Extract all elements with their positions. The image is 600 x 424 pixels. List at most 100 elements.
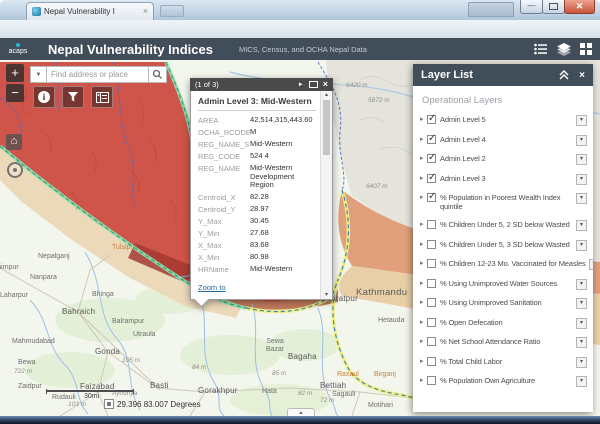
search-source-dropdown[interactable]: ▼ — [30, 66, 47, 83]
popup-field-value: 80.98 — [250, 253, 269, 262]
layer-label[interactable]: Admin Level 5 — [440, 115, 573, 124]
layer-checkbox[interactable] — [427, 174, 436, 183]
collapse-panel-icon[interactable] — [559, 70, 569, 80]
layer-menu-button[interactable]: ▾ — [576, 357, 587, 368]
layer-checkbox[interactable] — [427, 298, 436, 307]
zoom-out-button[interactable]: − — [6, 84, 24, 102]
layer-checkbox[interactable] — [427, 240, 436, 249]
layer-list-header: Layer List × — [413, 64, 593, 86]
legend-widget-button[interactable] — [91, 86, 113, 108]
popup-scrollbar[interactable]: ▴ ▾ — [320, 91, 332, 299]
expand-layer-icon[interactable]: ▸ — [420, 298, 427, 306]
layer-label[interactable]: % Open Defecation — [440, 318, 573, 327]
expand-layer-icon[interactable]: ▸ — [420, 193, 427, 201]
layer-checkbox[interactable] — [427, 220, 436, 229]
window-close-button[interactable]: ✕ — [564, 0, 595, 14]
layer-checkbox[interactable] — [427, 376, 436, 385]
layer-menu-button[interactable]: ▾ — [576, 298, 587, 309]
expand-layer-icon[interactable]: ▸ — [420, 376, 427, 384]
locate-button[interactable] — [7, 162, 23, 178]
layer-label[interactable]: Admin Level 3 — [440, 174, 573, 183]
popup-field-label: X_Max — [198, 241, 250, 250]
layer-checkbox[interactable] — [427, 318, 436, 327]
layer-label[interactable]: % Population in Poorest Wealth Index qui… — [440, 193, 573, 212]
filter-widget-button[interactable] — [62, 86, 84, 108]
expand-layer-icon[interactable]: ▸ — [420, 174, 427, 182]
expand-layer-icon[interactable]: ▸ — [420, 154, 427, 162]
layer-label[interactable]: % Net School Attendance Ratio — [440, 337, 573, 346]
expand-layer-icon[interactable]: ▸ — [420, 240, 427, 248]
layer-menu-button[interactable]: ▾ — [576, 135, 587, 146]
expand-layer-icon[interactable]: ▸ — [420, 337, 427, 345]
layer-list-panel: Layer List × Operational Layers ▸Admin L… — [413, 64, 593, 412]
legend-list-icon[interactable] — [534, 43, 548, 55]
layer-label[interactable]: % Total Child Labor — [440, 357, 573, 366]
layer-menu-button[interactable]: ▾ — [576, 337, 587, 348]
layer-checkbox[interactable] — [427, 279, 436, 288]
scroll-thumb[interactable] — [323, 100, 330, 155]
browser-toolbar: ← → ↻ giscorps.maps.arcgis.com/apps/weba… — [0, 20, 600, 39]
layer-label[interactable]: % Using Unimproved Water Sources — [440, 279, 573, 288]
layer-label[interactable]: % Children Under 5, 3 SD below Wasted — [440, 240, 573, 249]
layer-checkbox[interactable] — [427, 135, 436, 144]
zoom-in-button[interactable]: + — [6, 64, 24, 82]
expand-layer-icon[interactable]: ▸ — [420, 135, 427, 143]
new-tab-button[interactable] — [160, 5, 184, 17]
popup-title: Admin Level 3: Mid-Western — [198, 96, 316, 111]
layer-label[interactable]: % Population Own Agriculture — [440, 376, 573, 385]
layer-checkbox[interactable] — [427, 193, 436, 202]
layer-label[interactable]: Admin Level 2 — [440, 154, 573, 163]
layer-checkbox[interactable] — [427, 154, 436, 163]
popup-field-row: REG_CODE524 4 — [198, 152, 316, 161]
window-maximize-button[interactable] — [542, 0, 565, 14]
tab-strip-button[interactable] — [468, 2, 514, 17]
window-minimize-button[interactable]: — — [520, 0, 543, 14]
layer-label[interactable]: Admin Level 4 — [440, 135, 573, 144]
layer-menu-button[interactable]: ▾ — [576, 174, 587, 185]
popup-maximize-icon[interactable] — [309, 81, 318, 88]
layer-menu-button[interactable]: ▾ — [576, 240, 587, 251]
browser-tab[interactable]: Nepal Vulnerability I × — [26, 2, 154, 20]
layer-label[interactable]: % Children Under 5, 2 SD below Wasted — [440, 220, 573, 229]
home-button[interactable]: ⌂ — [6, 134, 22, 150]
scroll-down-icon[interactable]: ▾ — [325, 292, 328, 298]
expand-layer-icon[interactable]: ▸ — [420, 115, 427, 123]
info-widget-button[interactable]: i — [33, 86, 55, 108]
layer-list-item: ▸ % Net School Attendance Ratio▾ — [420, 337, 587, 348]
expand-layer-icon[interactable]: ▸ — [420, 279, 427, 287]
layer-menu-button[interactable]: ▾ — [576, 193, 587, 204]
coordinate-icon[interactable] — [104, 399, 114, 409]
popup-next-icon[interactable]: ► — [298, 82, 304, 88]
layer-menu-button[interactable]: ▾ — [576, 220, 587, 231]
layer-label[interactable]: % Children 12-23 Mo. Vaccinated for Meas… — [440, 259, 586, 268]
layer-checkbox[interactable] — [427, 337, 436, 346]
layer-menu-button[interactable]: ▾ — [576, 279, 587, 290]
tab-close-icon[interactable]: × — [143, 7, 148, 16]
search-button[interactable] — [149, 66, 167, 83]
layer-list-item: ▸ % Open Defecation▾ — [420, 318, 587, 329]
layer-menu-button[interactable]: ▾ — [576, 115, 587, 126]
popup-field-row: Y_Max30.45 — [198, 217, 316, 226]
layer-menu-button[interactable]: ▾ — [576, 318, 587, 329]
popup-field-value: M — [250, 128, 256, 137]
layer-menu-button[interactable]: ▾ — [589, 259, 593, 270]
apps-grid-icon[interactable] — [580, 43, 592, 55]
layer-list-item: ▸ % Children 12-23 Mo. Vaccinated for Mea… — [420, 259, 587, 270]
layer-menu-button[interactable]: ▾ — [576, 154, 587, 165]
popup-close-icon[interactable]: × — [323, 80, 328, 89]
expand-layer-icon[interactable]: ▸ — [420, 318, 427, 326]
layer-checkbox[interactable] — [427, 259, 436, 268]
acaps-logo: acaps — [0, 43, 36, 55]
close-panel-icon[interactable]: × — [579, 70, 585, 81]
expand-layer-icon[interactable]: ▸ — [420, 357, 427, 365]
layers-icon[interactable] — [557, 43, 571, 56]
layer-label[interactable]: % Using Unimproved Sanitation — [440, 298, 573, 307]
expand-layer-icon[interactable]: ▸ — [420, 220, 427, 228]
layer-checkbox[interactable] — [427, 357, 436, 366]
expand-layer-icon[interactable]: ▸ — [420, 259, 427, 267]
zoom-to-link[interactable]: Zoom to — [198, 283, 226, 292]
layer-menu-button[interactable]: ▾ — [576, 376, 587, 387]
search-input[interactable] — [47, 66, 149, 83]
layer-checkbox[interactable] — [427, 115, 436, 124]
popup-field-value: 524 4 — [250, 152, 269, 161]
